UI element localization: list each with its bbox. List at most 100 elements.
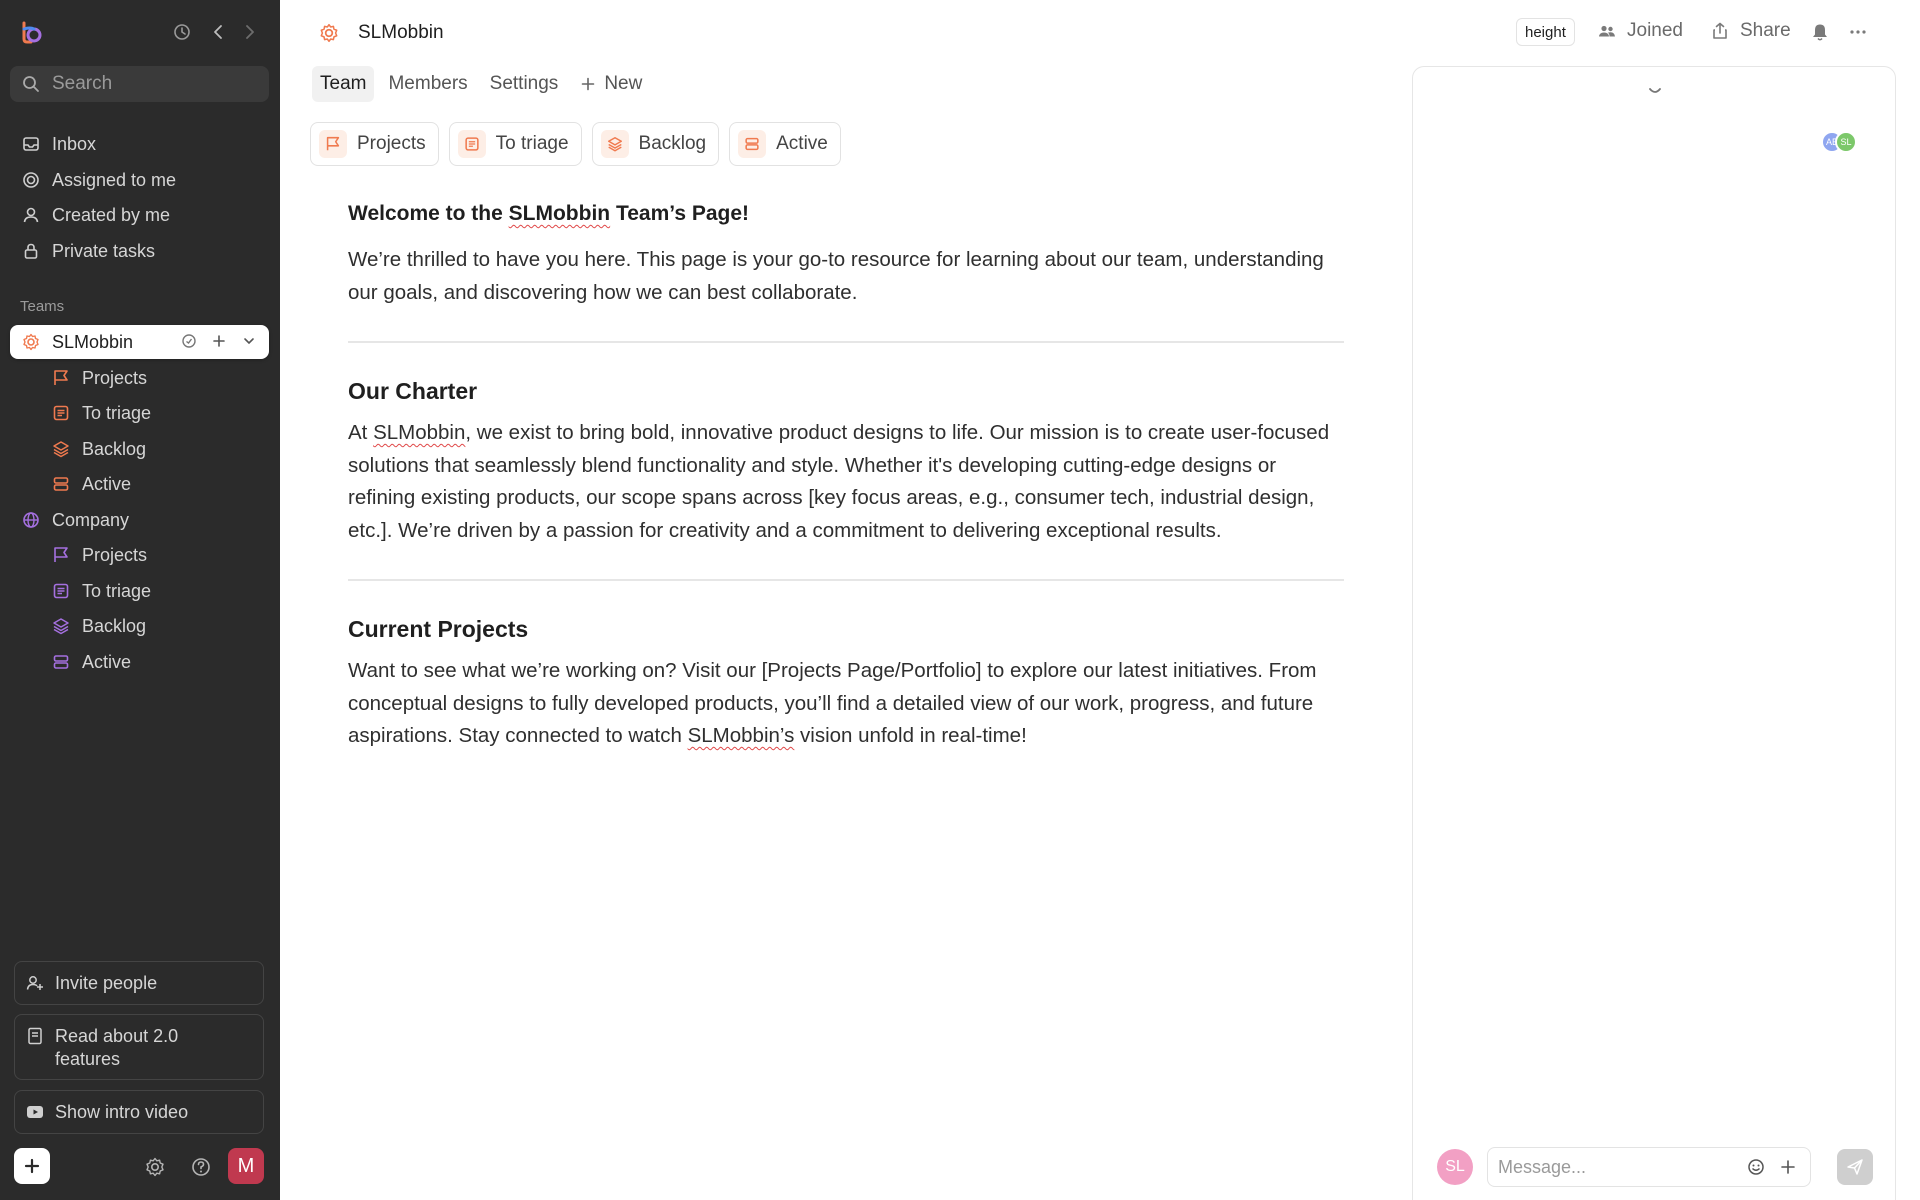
triage-icon	[50, 402, 72, 424]
settings-gear-icon[interactable]	[144, 1156, 166, 1178]
document-icon	[28, 1027, 42, 1045]
users-icon	[1599, 25, 1615, 37]
joined-label: Joined	[1627, 20, 1683, 41]
view-chips: Projects To triage Backlog Active	[310, 122, 841, 166]
sidebar-item-company-active[interactable]: Active	[10, 645, 269, 679]
emoji-icon[interactable]	[1746, 1157, 1766, 1177]
charter-pre: At	[348, 421, 374, 444]
tab-new[interactable]: New	[572, 66, 650, 102]
sidebar: Inbox Assigned to me Created by me Priva…	[0, 0, 280, 1200]
forward-chevron-icon[interactable]	[240, 22, 260, 42]
chevron-down-icon[interactable]	[1645, 85, 1665, 99]
team-page-document[interactable]: Welcome to the SLMobbin Team’s Page! We’…	[348, 198, 1344, 753]
history-icon[interactable]	[172, 22, 192, 42]
view-chip-active[interactable]: Active	[729, 122, 841, 166]
team-gear-icon	[320, 23, 338, 43]
share-button[interactable]: Share	[1710, 20, 1791, 42]
layers-icon	[50, 615, 72, 637]
nav-assigned-to-me[interactable]: Assigned to me	[10, 163, 269, 197]
add-icon[interactable]	[209, 331, 229, 351]
sidebar-item-company-backlog[interactable]: Backlog	[10, 609, 269, 643]
user-icon	[20, 204, 42, 226]
sidebar-item-slmobbin-projects[interactable]: Projects	[10, 361, 269, 395]
more-icon[interactable]	[1848, 22, 1868, 42]
tab-settings[interactable]: Settings	[482, 66, 567, 102]
nav-created-by-me[interactable]: Created by me	[10, 198, 269, 232]
view-chip-projects[interactable]: Projects	[310, 122, 439, 166]
invite-people-button[interactable]: Invite people	[14, 961, 264, 1005]
member-avatars[interactable]: AB SL	[1821, 131, 1857, 153]
share-icon	[1713, 22, 1727, 39]
charter-body: , we exist to bring bold, innovative pro…	[348, 421, 1330, 542]
sidebar-top	[0, 0, 280, 64]
avatar: SL	[1437, 1149, 1473, 1185]
tab-new-label: New	[604, 73, 643, 94]
divider	[348, 341, 1344, 343]
view-chip-backlog[interactable]: Backlog	[591, 122, 720, 166]
charter-paragraph: At SLMobbin, we exist to bring bold, inn…	[348, 417, 1344, 547]
show-intro-video-button[interactable]: Show intro video	[14, 1090, 264, 1134]
team-slmobbin-label: SLMobbin	[52, 331, 134, 352]
search-input[interactable]	[52, 73, 252, 95]
plus-icon[interactable]	[1778, 1157, 1798, 1177]
bell-icon[interactable]	[1810, 22, 1830, 42]
message-composer: SL	[1437, 1147, 1873, 1189]
top-bar: SLMobbin height Joined Share	[280, 0, 1920, 64]
view-chip-label: Projects	[357, 133, 426, 154]
page-tabs: Team Members Settings New	[312, 66, 650, 102]
welcome-heading-pre: Welcome to the	[348, 202, 509, 225]
team-company[interactable]: Company	[10, 503, 269, 537]
height-chip[interactable]: height	[1516, 18, 1575, 46]
nav-assigned-label: Assigned to me	[52, 169, 177, 190]
sidebar-item-slmobbin-backlog[interactable]: Backlog	[10, 432, 269, 466]
joined-button[interactable]: Joined	[1597, 20, 1683, 42]
view-chip-to-triage[interactable]: To triage	[448, 122, 582, 166]
nav-private-tasks[interactable]: Private tasks	[10, 234, 269, 268]
globe-icon	[20, 509, 42, 531]
welcome-paragraph: We’re thrilled to have you here. This pa…	[348, 248, 1324, 304]
search-box[interactable]	[10, 66, 269, 102]
team-slmobbin[interactable]: SLMobbin	[10, 325, 269, 359]
sidebar-item-label: Projects	[82, 544, 148, 565]
welcome-heading-post: Team’s Page!	[610, 202, 750, 225]
target-icon	[20, 169, 42, 191]
tab-team[interactable]: Team	[312, 66, 375, 102]
brand-name: SLMobbin	[373, 421, 466, 444]
sidebar-item-slmobbin-active[interactable]: Active	[10, 467, 269, 501]
back-chevron-icon[interactable]	[208, 22, 228, 42]
app-logo-icon[interactable]	[18, 19, 44, 45]
message-input-wrapper[interactable]	[1487, 1147, 1811, 1187]
send-button[interactable]	[1837, 1149, 1873, 1185]
sidebar-item-label: Projects	[82, 367, 148, 388]
team-company-label: Company	[52, 509, 130, 530]
charter-heading: Our Charter	[348, 378, 478, 404]
projects-heading: Current Projects	[348, 616, 529, 642]
plus-icon	[24, 1158, 40, 1174]
message-input[interactable]	[1498, 1156, 1738, 1178]
user-avatar[interactable]: M	[228, 1148, 264, 1184]
inbox-icon	[20, 133, 42, 155]
stack-icon	[50, 651, 72, 673]
video-icon	[27, 1106, 43, 1118]
intro-video-label: Show intro video	[55, 1101, 189, 1122]
sidebar-item-label: To triage	[82, 580, 152, 601]
check-circle-icon[interactable]	[179, 331, 199, 351]
lock-icon	[20, 240, 42, 262]
nav-inbox[interactable]: Inbox	[10, 127, 269, 161]
sidebar-item-company-projects[interactable]: Projects	[10, 538, 269, 572]
nav-private-label: Private tasks	[52, 240, 156, 261]
triage-icon	[457, 130, 486, 158]
read-about-features-button[interactable]: Read about 2.0 features	[14, 1014, 264, 1080]
sidebar-item-company-to-triage[interactable]: To triage	[10, 574, 269, 608]
nav-inbox-label: Inbox	[52, 133, 97, 154]
tab-members[interactable]: Members	[380, 66, 475, 102]
add-user-icon	[26, 976, 43, 990]
help-icon[interactable]	[190, 1156, 212, 1178]
sidebar-item-slmobbin-to-triage[interactable]: To triage	[10, 396, 269, 430]
view-chip-label: Active	[776, 133, 828, 154]
triage-icon	[50, 580, 72, 602]
create-button[interactable]	[14, 1148, 50, 1184]
stack-icon	[738, 130, 767, 158]
sidebar-item-label: Active	[82, 651, 132, 672]
chevron-down-icon[interactable]	[239, 331, 259, 351]
